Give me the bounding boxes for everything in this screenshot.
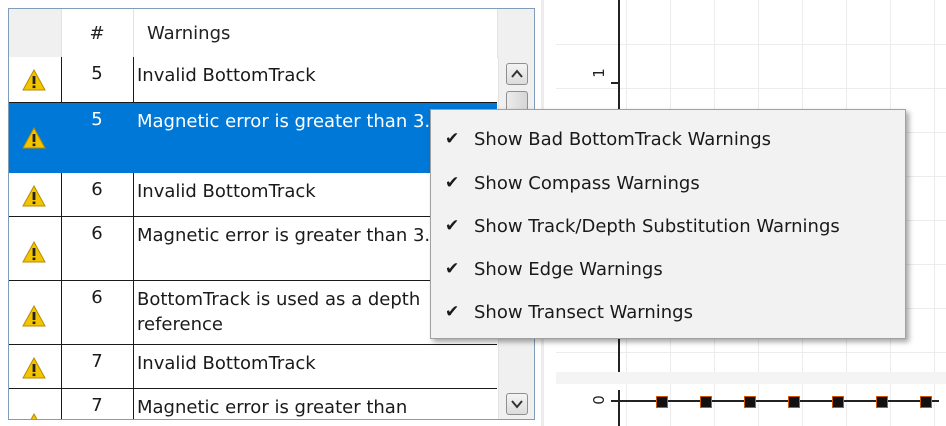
warning-text: Invalid BottomTrack	[137, 65, 316, 86]
warning-number: 6	[91, 223, 103, 244]
column-header-number-label: #	[89, 23, 105, 44]
warning-row[interactable]: 7 Invalid BottomTrack	[9, 345, 497, 389]
checkmark-icon: ✔	[445, 216, 460, 236]
warning-row-selected[interactable]: 5 Magnetic error is greater than 3.5%	[9, 103, 497, 173]
menu-item-label: Show Track/Depth Substitution Warnings	[474, 216, 840, 237]
header-icon-column	[9, 9, 62, 57]
warning-triangle-icon	[22, 185, 46, 207]
warning-row[interactable]: 6 Magnetic error is greater than 3.5%	[9, 217, 497, 281]
data-marker	[744, 396, 756, 408]
warning-number: 6	[91, 287, 103, 308]
warning-text: Magnetic error is greater than	[137, 397, 408, 418]
warning-number: 7	[91, 395, 103, 416]
column-header-warnings-label: Warnings	[147, 23, 231, 44]
chevron-up-icon	[511, 69, 523, 78]
chevron-down-icon	[511, 400, 523, 409]
data-marker	[700, 396, 712, 408]
menu-item-show-compass-warnings[interactable]: ✔ Show Compass Warnings	[432, 163, 904, 203]
menu-item-label: Show Edge Warnings	[474, 259, 663, 280]
warning-triangle-icon	[22, 305, 46, 327]
menu-item-show-transect-warnings[interactable]: ✔ Show Transect Warnings	[432, 292, 904, 332]
data-marker	[920, 396, 932, 408]
checkmark-icon: ✔	[445, 302, 460, 322]
menu-item-label: Show Transect Warnings	[474, 302, 693, 323]
warning-number: 6	[91, 179, 103, 200]
y-axis-tick	[611, 82, 619, 84]
chart-separator	[556, 372, 946, 384]
warning-number: 5	[91, 63, 103, 84]
y-tick-label-top: 1	[589, 68, 608, 78]
checkmark-icon: ✔	[445, 259, 460, 279]
warning-triangle-icon	[22, 357, 46, 379]
data-marker	[832, 396, 844, 408]
warning-row[interactable]: 6 BottomTrack is used as a depth referen…	[9, 281, 497, 345]
warning-number: 7	[91, 351, 103, 372]
warning-text: Magnetic error is greater than 3.5%	[137, 225, 459, 246]
data-marker	[656, 396, 668, 408]
menu-item-show-edge-warnings[interactable]: ✔ Show Edge Warnings	[432, 249, 904, 289]
warning-triangle-icon	[30, 413, 38, 419]
header-scrollbar-corner	[498, 9, 534, 57]
menu-item-show-track-depth-substitution-warnings[interactable]: ✔ Show Track/Depth Substitution Warnings	[432, 206, 904, 246]
y-tick-label-bottom: 0	[589, 395, 608, 405]
data-marker	[788, 396, 800, 408]
scroll-down-button[interactable]	[506, 393, 528, 415]
menu-item-label: Show Compass Warnings	[474, 173, 700, 194]
warning-row[interactable]: 6 Invalid BottomTrack	[9, 173, 497, 217]
menu-item-show-bad-bottomtrack-warnings[interactable]: ✔ Show Bad BottomTrack Warnings	[432, 119, 904, 159]
warning-text: Invalid BottomTrack	[137, 353, 316, 374]
warning-triangle-icon	[22, 241, 46, 263]
checkmark-icon: ✔	[445, 129, 460, 149]
warnings-context-menu: ✔ Show Bad BottomTrack Warnings ✔ Show C…	[430, 109, 906, 339]
warning-row[interactable]: 5 Invalid BottomTrack	[9, 57, 497, 103]
warning-triangle-icon	[22, 69, 46, 91]
warnings-table-header: # Warnings	[9, 9, 534, 58]
data-marker	[876, 396, 888, 408]
warning-number: 5	[91, 109, 103, 130]
warning-row[interactable]: 7 Magnetic error is greater than	[9, 389, 497, 419]
warning-text: Magnetic error is greater than 3.5%	[137, 111, 459, 132]
column-header-number[interactable]: #	[61, 9, 134, 57]
checkmark-icon: ✔	[445, 173, 460, 193]
warning-text: BottomTrack is used as a depth reference	[137, 289, 421, 335]
scroll-up-button[interactable]	[506, 63, 528, 85]
y-axis-line-bottom	[618, 390, 620, 426]
warning-triangle-icon	[22, 127, 46, 149]
column-header-warnings[interactable]: Warnings	[133, 9, 498, 57]
menu-item-label: Show Bad BottomTrack Warnings	[474, 129, 772, 150]
